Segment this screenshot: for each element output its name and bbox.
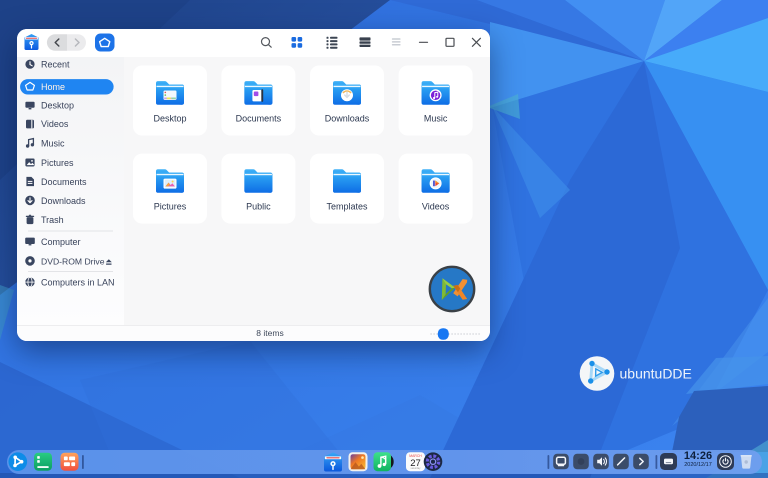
svg-text:Music: Music xyxy=(41,138,65,148)
svg-text:Templates: Templates xyxy=(326,202,368,212)
svg-text:ubuntuDDE: ubuntuDDE xyxy=(620,365,692,381)
svg-text:Downloads: Downloads xyxy=(325,114,370,124)
svg-text:Recent: Recent xyxy=(41,59,70,69)
svg-text:Videos: Videos xyxy=(41,119,69,129)
svg-text:Documents: Documents xyxy=(236,114,282,124)
svg-text:Trash: Trash xyxy=(41,215,64,225)
svg-text:Desktop: Desktop xyxy=(153,114,186,124)
svg-text:Computers in LAN: Computers in LAN xyxy=(41,278,115,288)
svg-text:Videos: Videos xyxy=(422,202,450,212)
svg-text:Desktop: Desktop xyxy=(41,101,74,111)
svg-text:Pictures: Pictures xyxy=(41,158,74,168)
svg-text:Pictures: Pictures xyxy=(154,202,187,212)
svg-text:DVD-ROM Drive: DVD-ROM Drive xyxy=(41,256,105,266)
svg-text:Public: Public xyxy=(246,202,271,212)
svg-text:saturday: saturday xyxy=(411,466,422,470)
svg-text:Downloads: Downloads xyxy=(41,196,86,206)
svg-text:Home: Home xyxy=(41,82,65,92)
svg-text:Music: Music xyxy=(424,114,448,124)
svg-text:Computer: Computer xyxy=(41,237,81,247)
svg-text:Documents: Documents xyxy=(41,177,87,187)
